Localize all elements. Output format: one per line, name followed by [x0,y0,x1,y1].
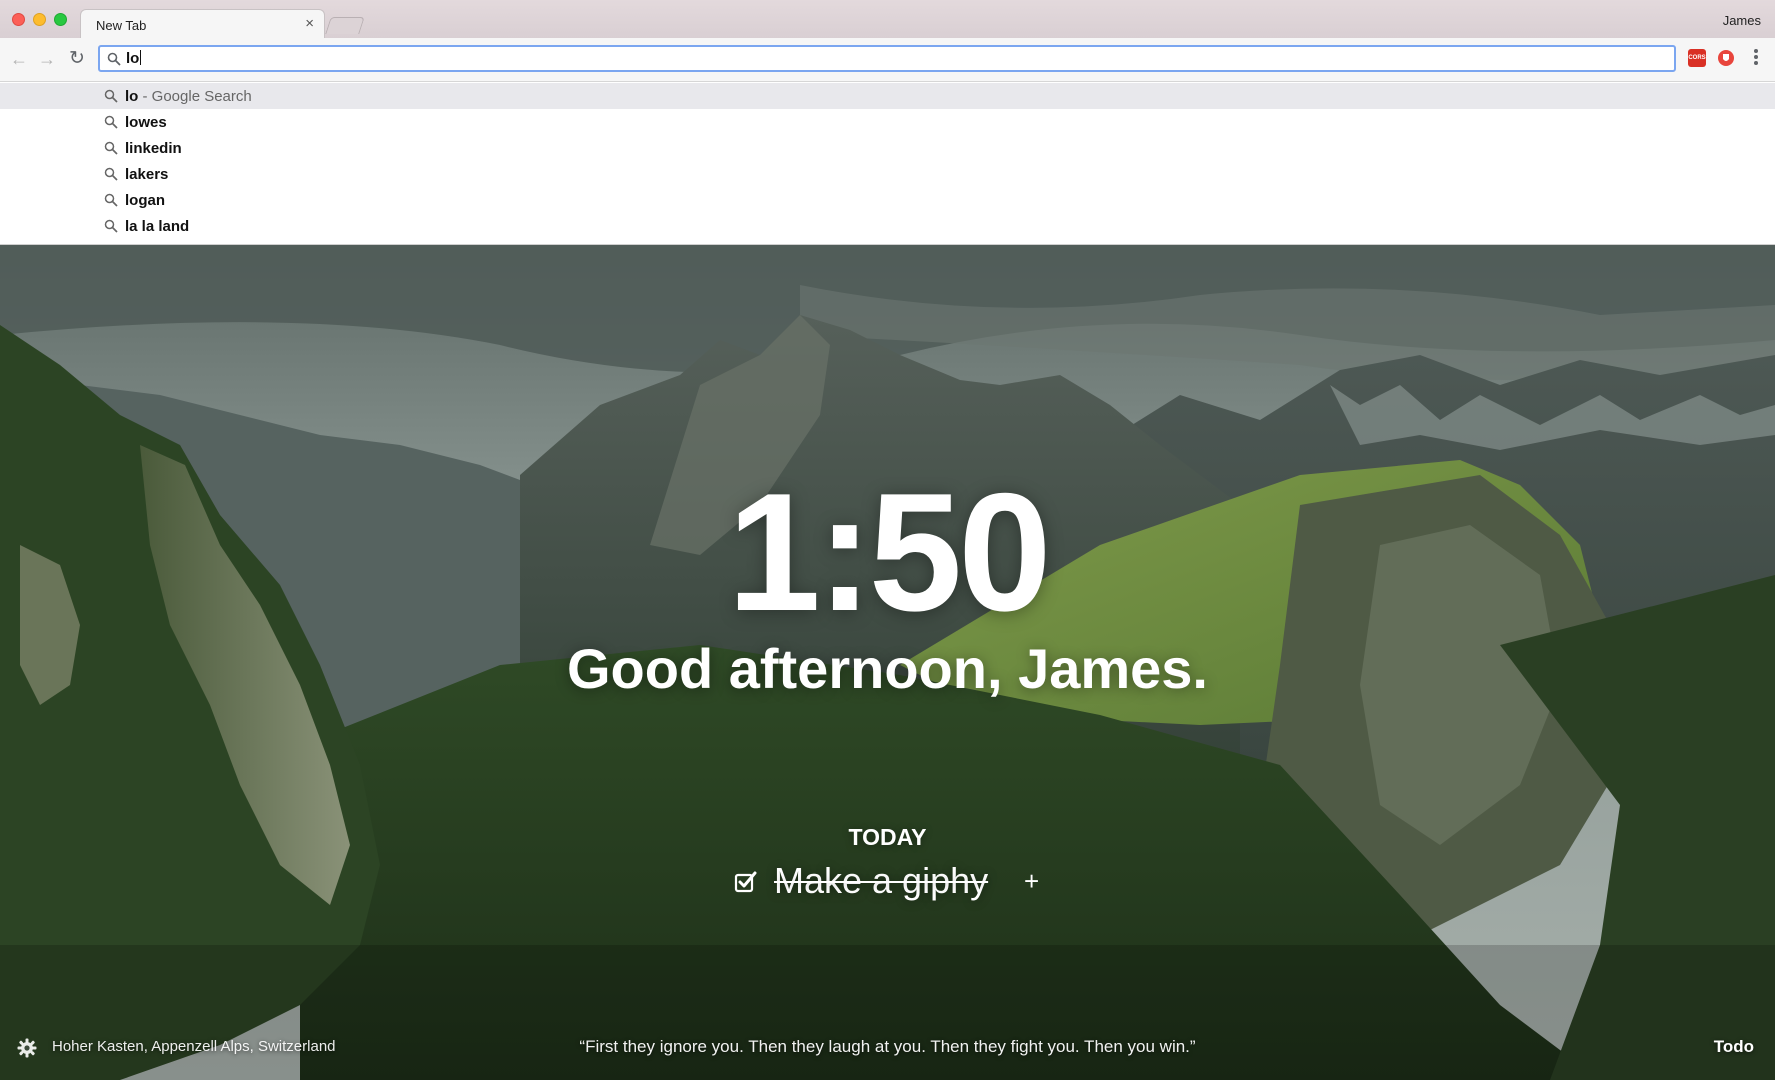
daily-quote: “First they ignore you. Then they laugh … [579,1037,1196,1056]
suggestion-item[interactable]: logan [0,187,1775,213]
minimize-window-button[interactable] [33,13,46,26]
address-bar[interactable]: lo [98,45,1676,72]
add-icon[interactable]: + [1024,866,1039,897]
address-bar-query: lo [126,50,140,67]
search-icon [104,219,118,233]
close-window-button[interactable] [12,13,25,26]
cors-extension-icon[interactable]: CORS [1688,49,1706,67]
suggestion-item[interactable]: linkedin [0,135,1775,161]
suggestion-label: lakers [125,166,169,183]
new-tab-button[interactable] [325,17,365,34]
suggestion-item[interactable]: la la land [0,213,1775,239]
focus-task-text[interactable]: Make a giphy [774,860,988,902]
arrow-left-icon[interactable]: ← [8,48,30,70]
arrow-right-icon[interactable]: → [36,48,58,70]
close-icon[interactable]: × [305,16,314,32]
suggestion-label: lowes [125,114,167,131]
focus-label: TODAY [848,824,927,850]
window-titlebar: New Tab × James [0,0,1775,39]
more-vertical-icon[interactable] [1748,47,1764,71]
shield-extension-icon[interactable] [1717,49,1735,67]
clock-time: 1:50 [727,458,1051,646]
search-icon [104,89,118,103]
search-icon [104,115,118,129]
checked-checkbox-icon[interactable] [734,870,758,894]
profile-name[interactable]: James [1723,13,1761,28]
search-icon [107,52,121,66]
maximize-window-button[interactable] [54,13,67,26]
search-icon [104,141,118,155]
suggestion-label: linkedin [125,140,182,157]
browser-tab-new-tab[interactable]: New Tab × [80,9,325,39]
reload-icon[interactable]: ↻ [66,48,88,70]
suggestion-item[interactable]: lo - Google Search [0,83,1775,109]
todo-button[interactable]: Todo [1714,1037,1754,1057]
photo-location[interactable]: Hoher Kasten, Appenzell Alps, Switzerlan… [52,1038,336,1055]
suggestion-item[interactable]: lowes [0,109,1775,135]
browser-toolbar: ← → ↻ lo CORS [0,38,1775,82]
text-caret [140,50,142,65]
suggestion-item[interactable]: lakers [0,161,1775,187]
search-icon [104,193,118,207]
address-bar-input[interactable]: lo [126,50,142,67]
greeting-text: Good afternoon, James. [567,637,1208,700]
omnibox-suggestions: lo - Google Search lowes linkedin lakers… [0,82,1775,245]
tab-title: New Tab [96,18,147,33]
suggestion-label: logan [125,192,165,209]
suggestion-label: lo - Google Search [125,88,252,105]
search-icon [104,167,118,181]
suggestion-label: la la land [125,218,190,235]
suggestion-suffix: - Google Search [138,88,252,105]
gear-icon[interactable] [17,1038,37,1058]
